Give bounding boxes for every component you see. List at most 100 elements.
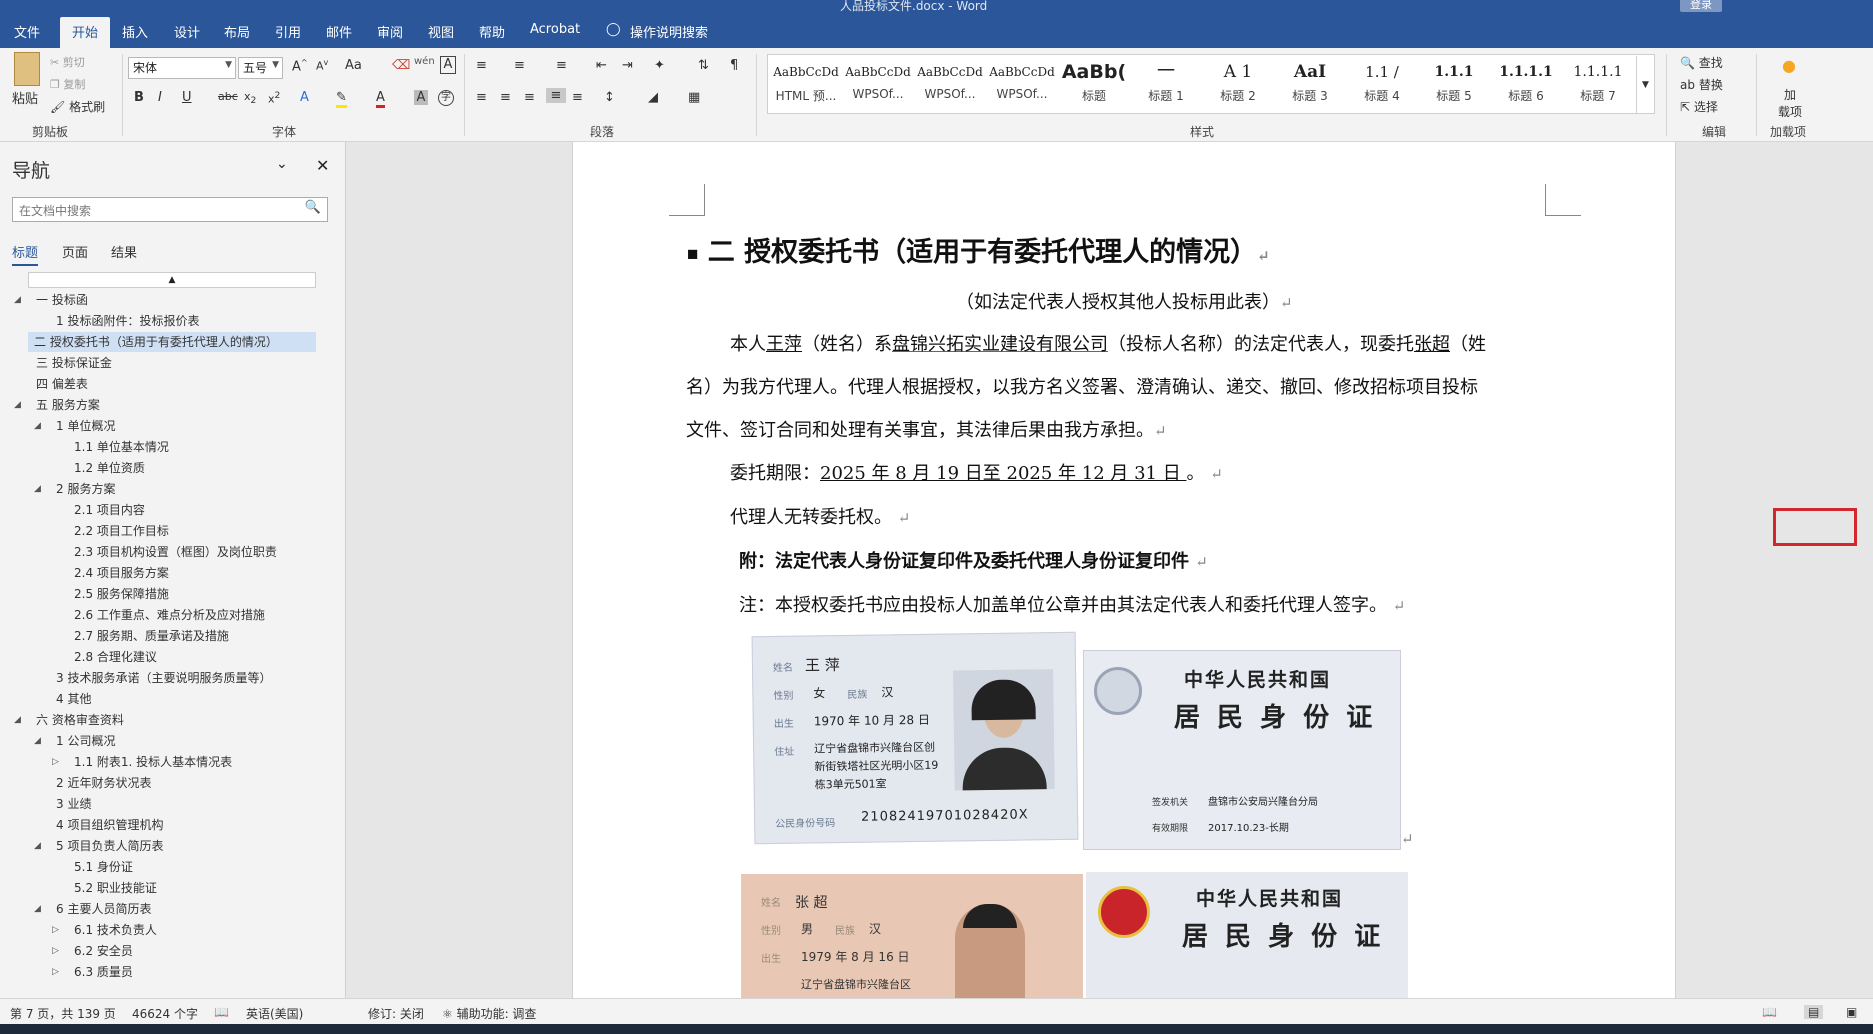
menu-home[interactable]: 开始	[60, 17, 111, 48]
paste-button[interactable]: 粘贴	[12, 88, 38, 107]
nav-heading-item[interactable]: 2.1 项目内容	[74, 500, 145, 520]
nav-heading-item[interactable]: 6.2 安全员	[74, 941, 133, 961]
addin-button[interactable]: 加载项	[1778, 86, 1802, 120]
style-item[interactable]: AaBbCcDd WPSOf...	[914, 57, 986, 113]
word-count[interactable]: 46624 个字	[132, 1005, 198, 1022]
style-item[interactable]: AaBb(标题	[1058, 57, 1130, 113]
line-spacing-icon[interactable]: ↕	[604, 90, 615, 105]
read-mode-icon[interactable]: 📖	[1762, 1005, 1777, 1019]
nav-heading-item[interactable]: 3 业绩	[56, 794, 91, 814]
nav-heading-item[interactable]: 二 授权委托书（适用于有委托代理人的情况）	[28, 332, 316, 352]
tab-results[interactable]: 结果	[111, 242, 137, 261]
menu-references[interactable]: 引用	[275, 22, 301, 41]
multilevel-list-icon[interactable]: ≡	[556, 58, 567, 73]
justify-icon[interactable]: ≡	[546, 88, 566, 103]
expand-triangle-icon[interactable]: ◢	[34, 731, 41, 751]
replace-button[interactable]: ab 替换	[1680, 76, 1723, 93]
nav-heading-item[interactable]: 2.5 服务保障措施	[74, 584, 169, 604]
decrease-indent-icon[interactable]: ⇤	[596, 58, 607, 73]
chevron-down-icon[interactable]: ⌄	[276, 156, 288, 172]
underline-button[interactable]: U	[182, 90, 192, 105]
enclose-char-icon[interactable]: 字	[438, 90, 454, 106]
menu-acrobat[interactable]: Acrobat	[530, 22, 580, 37]
styles-more-icon[interactable]: ▼	[1636, 56, 1654, 114]
font-name-combo[interactable]: 宋体 ▼	[128, 57, 236, 79]
nav-heading-item[interactable]: 6.3 质量员	[74, 962, 133, 982]
nav-heading-item[interactable]: 一 投标函	[36, 290, 88, 310]
menu-file[interactable]: 文件	[14, 22, 40, 41]
nav-heading-item[interactable]: 1.2 单位资质	[74, 458, 145, 478]
superscript-button[interactable]: x2	[268, 90, 280, 106]
nav-heading-item[interactable]: 2 近年财务状况表	[56, 773, 151, 793]
expand-triangle-icon[interactable]: ◢	[14, 395, 21, 415]
numbering-icon[interactable]: ≡	[514, 58, 525, 73]
nav-heading-item[interactable]: 2.7 服务期、质量承诺及措施	[74, 626, 229, 646]
menu-review[interactable]: 审阅	[377, 22, 403, 41]
nav-heading-item[interactable]: 六 资格审查资料	[36, 710, 124, 730]
chinese-layout-icon[interactable]: ✦	[654, 58, 665, 73]
find-button[interactable]: 🔍 查找	[1680, 54, 1723, 71]
tab-pages[interactable]: 页面	[62, 242, 88, 261]
style-item[interactable]: AaBbCcDd HTML 预...	[770, 57, 842, 113]
style-item[interactable]: 1.1.1.1 标题 7	[1562, 57, 1634, 113]
text-effects-icon[interactable]: A	[300, 90, 309, 105]
format-painter-button[interactable]: 🖌 格式刷	[50, 98, 105, 115]
copy-button[interactable]: ❐ 复制	[50, 76, 85, 92]
nav-heading-item[interactable]: 2.6 工作重点、难点分析及应对措施	[74, 605, 265, 625]
tab-headings[interactable]: 标题	[12, 242, 39, 266]
style-item[interactable]: AaBbCcDd WPSOf...	[842, 57, 914, 113]
nav-heading-item[interactable]: 6 主要人员简历表	[56, 899, 151, 919]
char-shading-icon[interactable]: A	[414, 90, 428, 105]
menu-help[interactable]: 帮助	[479, 22, 505, 41]
nav-heading-item[interactable]: 2.4 项目服务方案	[74, 563, 169, 583]
style-item[interactable]: 1.1.1.1 标题 6	[1490, 57, 1562, 113]
expand-triangle-icon[interactable]: ◢	[14, 710, 21, 730]
nav-heading-item[interactable]: 1 公司概况	[56, 731, 115, 751]
menu-mailings[interactable]: 邮件	[326, 22, 352, 41]
print-layout-icon[interactable]: ▤	[1804, 1005, 1824, 1019]
nav-heading-item[interactable]: 5.1 身份证	[74, 857, 133, 877]
nav-heading-item[interactable]: 6.1 技术负责人	[74, 920, 157, 940]
expand-triangle-icon[interactable]: ◢	[34, 479, 41, 499]
nav-heading-item[interactable]: 2 服务方案	[56, 479, 115, 499]
expand-triangle-icon[interactable]: ◢	[34, 416, 41, 436]
phonetic-guide-icon[interactable]: wén	[414, 56, 435, 67]
distributed-icon[interactable]: ≡	[572, 90, 583, 105]
accessibility-status[interactable]: ⚛ 辅助功能: 调查	[442, 1005, 536, 1022]
cut-button[interactable]: ✂ 剪切	[50, 54, 85, 70]
nav-heading-item[interactable]: 5.2 职业技能证	[74, 878, 157, 898]
style-item[interactable]: AaI 标题 3	[1274, 57, 1346, 113]
nav-search-input[interactable]: 在文档中搜索 🔍	[12, 197, 328, 222]
nav-heading-item[interactable]: 2.2 项目工作目标	[74, 521, 169, 541]
style-item[interactable]: 1.1 /标题 4	[1346, 57, 1418, 113]
borders-icon[interactable]: ▦	[688, 90, 700, 105]
login-button[interactable]: 登录	[1680, 0, 1722, 12]
menu-layout[interactable]: 布局	[224, 22, 250, 41]
nav-heading-item[interactable]: 3 技术服务承诺（主要说明服务质量等）	[56, 668, 271, 688]
expand-triangle-icon[interactable]: ◢	[34, 836, 41, 856]
nav-heading-item[interactable]: 四 偏差表	[36, 374, 88, 394]
nav-heading-item[interactable]: 五 服务方案	[36, 395, 100, 415]
addin-icon[interactable]: ●	[1782, 56, 1796, 75]
sort-icon[interactable]: ⇅	[698, 58, 709, 73]
italic-button[interactable]: I	[158, 90, 162, 105]
bold-button[interactable]: B	[134, 90, 144, 105]
nav-heading-item[interactable]: 2.8 合理化建议	[74, 647, 157, 667]
collapse-all-button[interactable]: ▲	[28, 272, 316, 288]
search-icon[interactable]: 🔍	[305, 200, 321, 215]
style-item[interactable]: 一标题 1	[1130, 57, 1202, 113]
clear-format-icon[interactable]: ⌫	[392, 58, 410, 73]
expand-triangle-icon[interactable]: ◢	[34, 899, 41, 919]
nav-heading-item[interactable]: 4 项目组织管理机构	[56, 815, 163, 835]
close-icon[interactable]: ✕	[316, 156, 329, 175]
paste-icon[interactable]	[14, 52, 40, 86]
style-item[interactable]: AaBbCcDd WPSOf...	[986, 57, 1058, 113]
expand-triangle-icon[interactable]: ◢	[14, 290, 21, 310]
menu-insert[interactable]: 插入	[122, 22, 148, 41]
change-case-button[interactable]: Aa	[345, 58, 362, 73]
proofing-icon[interactable]: 📖	[214, 1005, 229, 1019]
collapsed-triangle-icon[interactable]: ▷	[52, 752, 59, 772]
subscript-button[interactable]: x2	[244, 90, 256, 106]
font-color-icon[interactable]: A	[376, 90, 385, 108]
increase-indent-icon[interactable]: ⇥	[622, 58, 633, 73]
